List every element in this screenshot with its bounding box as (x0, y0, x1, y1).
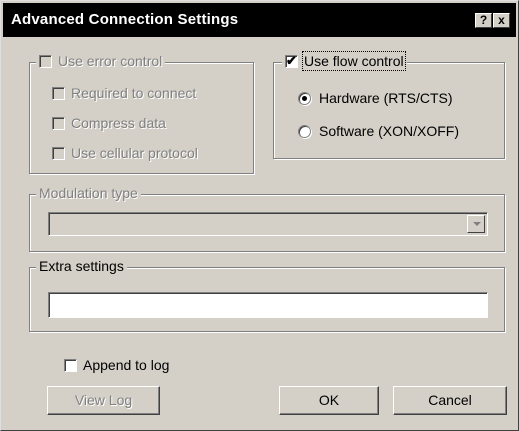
compress-data-label: Compress data (71, 115, 166, 131)
flow-control-label: Use flow control (302, 51, 406, 71)
extra-settings-group: Extra settings (29, 258, 505, 332)
dialog-window: Advanced Connection Settings ? x Use err… (0, 0, 519, 431)
hardware-radio-label: Hardware (RTS/CTS) (319, 90, 453, 106)
modulation-group: Modulation type (29, 185, 505, 252)
flow-control-checkbox-box[interactable]: ✔ (285, 52, 298, 68)
extra-settings-label: Extra settings (36, 258, 127, 274)
flow-control-checkbox[interactable]: ✔ Use flow control (282, 51, 407, 71)
cancel-button[interactable]: Cancel (393, 386, 507, 415)
error-control-checkbox[interactable]: Use error control (36, 53, 166, 69)
view-log-button[interactable]: View Log (47, 386, 160, 415)
software-radio-label: Software (XON/XOFF) (319, 123, 460, 139)
error-control-checkbox-box[interactable] (39, 54, 52, 68)
checkmark-icon: ✔ (286, 52, 297, 68)
append-to-log-checkbox[interactable]: Append to log (64, 357, 169, 373)
error-control-group: Use error control Required to connect Co… (29, 53, 254, 174)
compress-data-checkbox[interactable]: Compress data (52, 115, 166, 131)
modulation-label: Modulation type (36, 185, 141, 201)
extra-settings-input[interactable] (48, 292, 488, 318)
hardware-radio[interactable]: Hardware (RTS/CTS) (298, 90, 453, 106)
software-radio[interactable]: Software (XON/XOFF) (298, 123, 459, 139)
help-button[interactable]: ? (475, 13, 492, 28)
title-bar[interactable]: Advanced Connection Settings ? x (3, 3, 516, 37)
append-to-log-box[interactable] (64, 358, 77, 372)
help-icon: ? (479, 13, 488, 27)
close-icon: x (498, 13, 505, 27)
dropdown-arrow-button[interactable] (467, 215, 485, 233)
use-cellular-protocol-checkbox[interactable]: Use cellular protocol (52, 145, 198, 161)
ok-button[interactable]: OK (279, 386, 379, 415)
software-radio-button[interactable] (298, 124, 311, 138)
required-to-connect-label: Required to connect (71, 85, 197, 101)
use-cellular-protocol-label: Use cellular protocol (71, 145, 198, 161)
required-to-connect-box[interactable] (52, 86, 65, 100)
hardware-radio-button[interactable] (298, 91, 311, 105)
flow-control-group: ✔ Use flow control Hardware (RTS/CTS) So… (273, 51, 505, 159)
close-button[interactable]: x (493, 13, 510, 28)
append-to-log-label: Append to log (83, 357, 170, 373)
window-title: Advanced Connection Settings (11, 11, 239, 28)
radio-dot-icon (302, 95, 307, 101)
compress-data-box[interactable] (52, 116, 65, 130)
use-cellular-protocol-box[interactable] (52, 146, 65, 160)
chevron-down-icon (473, 222, 481, 226)
error-control-label: Use error control (58, 53, 163, 69)
modulation-dropdown[interactable] (48, 212, 488, 236)
required-to-connect-checkbox[interactable]: Required to connect (52, 85, 196, 101)
